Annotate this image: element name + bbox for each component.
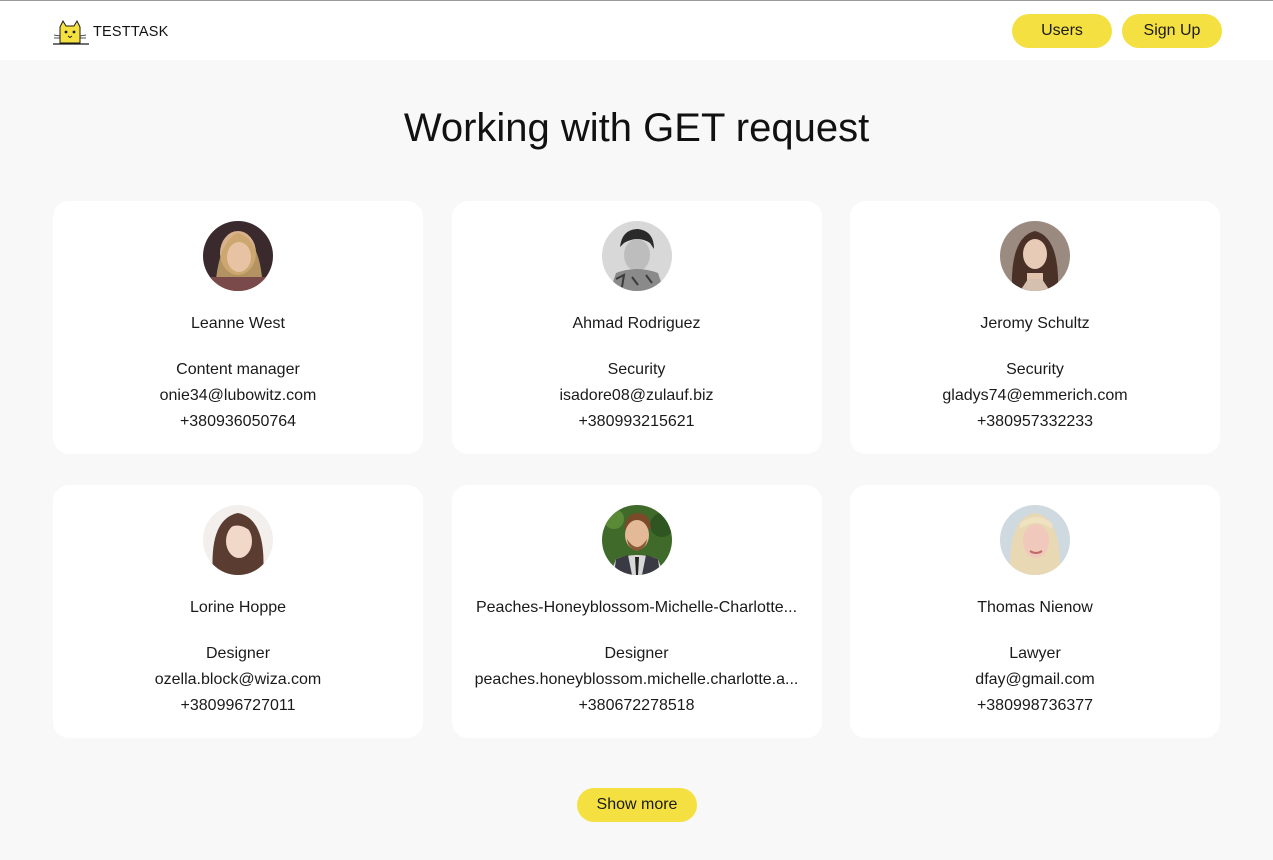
site-header: TESTTASK Users Sign Up	[0, 1, 1273, 60]
avatar	[601, 505, 672, 575]
user-name: Peaches-Honeyblossom-Michelle-Charlotte.…	[475, 599, 798, 616]
user-card: Lorine Hoppe Designer ozella.block@wiza.…	[53, 485, 423, 738]
sign-up-button[interactable]: Sign Up	[1122, 14, 1222, 48]
user-photo-icon	[203, 505, 273, 575]
user-card: Peaches-Honeyblossom-Michelle-Charlotte.…	[451, 485, 822, 738]
avatar	[601, 221, 672, 291]
user-card: Jeromy Schultz Security gladys74@emmeric…	[850, 201, 1220, 454]
user-position: Security	[1006, 361, 1064, 378]
cat-logo-icon	[53, 19, 89, 45]
user-name: Thomas Nienow	[977, 599, 1093, 616]
user-card: Thomas Nienow Lawyer dfay@gmail.com +380…	[850, 485, 1220, 738]
user-photo-icon	[601, 505, 672, 575]
user-phone: +380957332233	[976, 413, 1094, 430]
user-email: isadore08@zulauf.biz	[559, 387, 714, 404]
user-phone: +380936050764	[179, 413, 297, 430]
header-nav: Users Sign Up	[1012, 14, 1222, 48]
avatar	[203, 221, 273, 291]
user-card: Ahmad Rodriguez Security isadore08@zulau…	[451, 201, 822, 454]
user-photo-icon	[601, 221, 672, 291]
user-name: Jeromy Schultz	[980, 315, 1090, 332]
user-phone: +380998736377	[976, 697, 1094, 714]
user-position: Designer	[205, 645, 271, 662]
user-email: onie34@lubowitz.com	[159, 387, 317, 404]
user-name: Leanne West	[191, 315, 285, 332]
logo-text: TESTTASK	[93, 24, 169, 40]
user-name: Ahmad Rodriguez	[572, 315, 701, 332]
avatar	[203, 505, 273, 575]
user-position: Lawyer	[1009, 645, 1061, 662]
users-grid: Leanne West Content manager onie34@lubow…	[53, 201, 1220, 738]
user-name: Lorine Hoppe	[189, 599, 287, 616]
user-phone: +380996727011	[180, 697, 296, 714]
user-phone: +380672278518	[578, 697, 695, 714]
user-photo-icon	[1000, 221, 1070, 291]
avatar	[1000, 221, 1070, 291]
user-card: Leanne West Content manager onie34@lubow…	[53, 201, 423, 454]
user-position: Content manager	[176, 361, 300, 378]
user-photo-icon	[203, 221, 273, 291]
user-email: gladys74@emmerich.com	[942, 387, 1128, 404]
user-email: dfay@gmail.com	[975, 671, 1095, 688]
users-button[interactable]: Users	[1012, 14, 1112, 48]
user-email: peaches.honeyblossom.michelle.charlotte.…	[474, 671, 799, 688]
user-position: Designer	[604, 645, 669, 662]
logo[interactable]: TESTTASK	[52, 19, 168, 45]
avatar	[1000, 505, 1070, 575]
show-more-button[interactable]: Show more	[577, 788, 697, 822]
user-position: Security	[607, 361, 666, 378]
user-photo-icon	[1000, 505, 1070, 575]
user-phone: +380993215621	[578, 413, 695, 430]
page-title: Working with GET request	[403, 106, 870, 150]
user-email: ozella.block@wiza.com	[154, 671, 322, 688]
